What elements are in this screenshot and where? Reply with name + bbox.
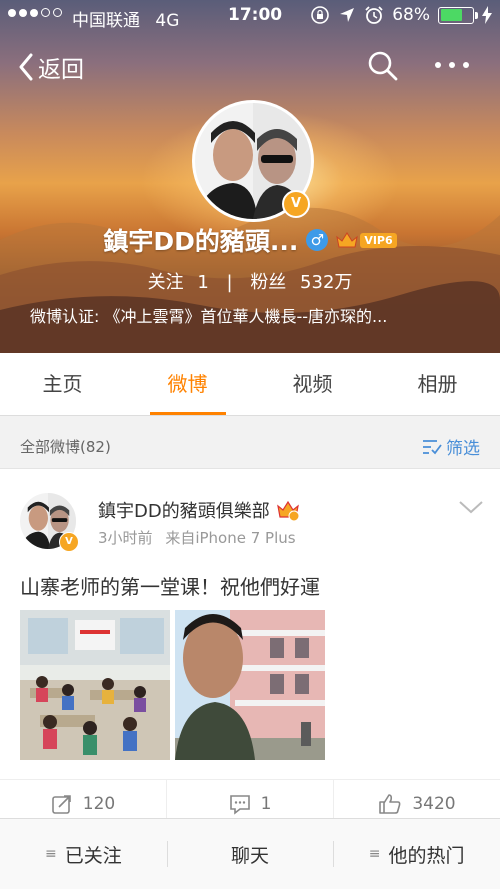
back-label: 返回 [38, 57, 84, 83]
chevron-left-icon [19, 53, 33, 81]
follow-stats: 关注 1 | 粉丝 532万 [0, 268, 500, 294]
selfie-photo [175, 610, 325, 760]
post-text: 山寨老师的第一堂课！祝他們好運 [20, 575, 320, 599]
followers-stat[interactable]: 粉丝 532万 [250, 272, 352, 293]
post-card[interactable]: V 鎮宇DD的豬頭俱樂部 3小时前 来自iPhone 7 Plus 山寨老师的第… [0, 468, 500, 828]
charging-icon [482, 6, 492, 24]
following-count: 1 [197, 272, 209, 293]
hot-posts-button[interactable]: ≡ 他的热门 [333, 819, 500, 889]
post-time: 3小时前 [98, 529, 153, 547]
all-posts-count: 全部微博(82) [20, 438, 111, 456]
network-label: 4G [155, 11, 180, 31]
comment-count: 1 [260, 794, 272, 814]
post-source: 来自iPhone 7 Plus [165, 529, 296, 547]
chevron-down-icon[interactable] [458, 499, 484, 515]
thumbs-up-icon [379, 794, 401, 814]
post-photo-classroom[interactable] [20, 610, 170, 760]
crown-icon [336, 232, 359, 248]
profile-tabs: 主页 微博 视频 相册 [0, 353, 500, 416]
post-author[interactable]: 鎮宇DD的豬頭俱樂部 [98, 497, 270, 523]
alarm-icon [365, 6, 383, 24]
male-gender-icon: ♂ [306, 229, 329, 251]
location-icon [340, 8, 355, 22]
signal-icon [8, 8, 62, 17]
vip-level: VIP6 [360, 232, 397, 248]
rotation-lock-icon [311, 6, 330, 24]
classroom-photo [20, 610, 170, 760]
vip-crown-icon [276, 500, 300, 521]
verification-text[interactable]: 微博认证: 《冲上雲霄》首位華人機長--唐亦琛的... [30, 303, 470, 327]
bottom-action-bar: ≡ 已关注 聊天 ≡ 他的热门 [0, 818, 500, 889]
repost-count: 120 [82, 794, 116, 814]
like-count: 3420 [412, 794, 456, 814]
menu-icon: ≡ [368, 846, 381, 862]
battery-icon [438, 6, 478, 24]
chat-button[interactable]: 聊天 [166, 819, 334, 889]
filter-icon [423, 439, 442, 454]
following-button[interactable]: ≡ 已关注 [0, 819, 167, 889]
more-icon[interactable] [432, 50, 472, 80]
clock: 17:00 [228, 5, 283, 25]
tab-albums[interactable]: 相册 [375, 353, 500, 415]
tab-home[interactable]: 主页 [0, 353, 125, 415]
back-button[interactable]: 返回 [18, 50, 84, 84]
following-stat[interactable]: 关注 1 [148, 272, 215, 293]
stat-divider: | [226, 272, 233, 293]
repost-icon [51, 795, 71, 814]
comment-icon [229, 795, 250, 815]
status-bar: 中国联通 4G 17:00 68% [0, 0, 500, 34]
followers-count: 532万 [300, 272, 353, 293]
battery-percent: 68% [392, 5, 430, 25]
tab-videos[interactable]: 视频 [250, 353, 375, 415]
verified-badge: V [282, 190, 310, 218]
profile-header: 中国联通 4G 17:00 68% 返回 V 鎮宇DD的豬頭... ♂ VIP6… [0, 0, 500, 353]
filter-button[interactable]: 筛选 [422, 434, 480, 459]
menu-icon: ≡ [44, 846, 57, 862]
search-icon[interactable] [366, 49, 400, 83]
filter-bar: 全部微博(82) 筛选 [0, 425, 500, 467]
profile-name: 鎮宇DD的豬頭... [103, 227, 299, 256]
vip-badge[interactable]: VIP6 [336, 231, 397, 249]
post-photo-selfie[interactable] [175, 610, 325, 760]
tab-weibo[interactable]: 微博 [125, 353, 250, 415]
carrier-label: 中国联通 [72, 11, 140, 31]
verified-badge: V [59, 532, 79, 552]
